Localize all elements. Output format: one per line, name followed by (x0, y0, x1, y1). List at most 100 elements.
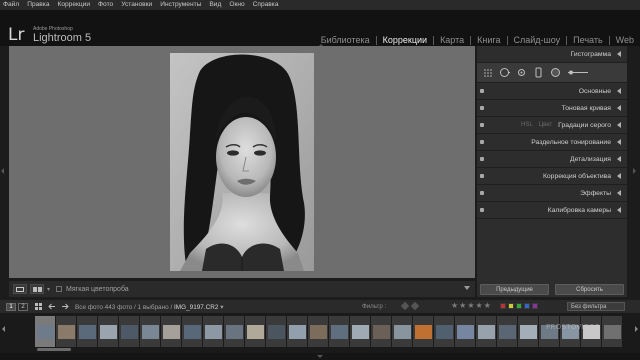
loupe-view-button[interactable] (13, 284, 27, 294)
menu-develop[interactable]: Коррекции (58, 0, 91, 10)
menu-settings[interactable]: Установки (121, 0, 152, 10)
reset-button[interactable]: Сбросить (555, 284, 624, 295)
section-toggle-icon[interactable] (480, 123, 484, 127)
star-icon[interactable]: ★ (467, 301, 474, 311)
menu-tools[interactable]: Инструменты (160, 0, 201, 10)
tab-color[interactable]: Цвет (539, 122, 552, 128)
thumbnail-image (267, 324, 285, 339)
view-dropdown-icon[interactable]: ▾ (47, 286, 50, 293)
section-detail[interactable]: Детализация (477, 151, 627, 168)
red-label-icon[interactable] (500, 303, 506, 309)
section-toggle-icon[interactable] (480, 208, 484, 212)
section-basic[interactable]: Основные (477, 83, 627, 100)
module-map[interactable]: Карта (434, 36, 472, 45)
crop-overlay-icon[interactable] (499, 67, 510, 78)
filmstrip-thumbnail[interactable] (308, 316, 328, 347)
filmstrip-thumbnail[interactable] (497, 316, 517, 347)
section-toggle-icon[interactable] (480, 89, 484, 93)
section-tone-curve[interactable]: Тоновая кривая (477, 100, 627, 117)
graduated-filter-icon[interactable] (550, 67, 561, 78)
filmstrip-thumbnail[interactable] (266, 316, 286, 347)
blue-label-icon[interactable] (524, 303, 530, 309)
histogram-header[interactable]: Гистограмма (477, 46, 627, 63)
section-toggle-icon[interactable] (480, 191, 484, 195)
filmstrip-thumbnail[interactable] (287, 316, 307, 347)
section-toggle-icon[interactable] (480, 106, 484, 110)
section-toggle-icon[interactable] (480, 157, 484, 161)
menu-edit[interactable]: Правка (27, 0, 49, 10)
filmstrip-thumbnail[interactable] (98, 316, 118, 347)
filmstrip-thumbnail[interactable] (56, 316, 76, 347)
filmstrip-thumbnail[interactable] (455, 316, 475, 347)
filmstrip-thumbnail[interactable] (203, 316, 223, 347)
filmstrip-thumbnail[interactable] (350, 316, 370, 347)
filter-preset-select[interactable]: Без фильтра (567, 302, 625, 311)
section-split-toning[interactable]: Раздельное тонирование (477, 134, 627, 151)
star-icon[interactable]: ★ (476, 301, 483, 311)
source-info[interactable]: Все фото 443 фото / 1 выбрано / IMG_9197… (75, 303, 223, 311)
back-arrow-icon[interactable] (47, 303, 56, 311)
module-develop[interactable]: Коррекции (377, 36, 435, 45)
main-monitor-button[interactable]: 1 (6, 302, 16, 311)
grid-icon[interactable] (482, 67, 493, 78)
purple-label-icon[interactable] (532, 303, 538, 309)
section-grayscale[interactable]: HSL Цвет Градации серого (477, 117, 627, 134)
module-web[interactable]: Web (610, 36, 634, 45)
left-panel-toggle-icon[interactable] (1, 168, 4, 174)
flag-icon[interactable] (410, 301, 420, 311)
star-icon[interactable]: ★ (451, 301, 458, 311)
filmstrip-thumbnail[interactable] (602, 316, 622, 347)
filmstrip-thumbnail[interactable] (371, 316, 391, 347)
filmstrip-thumbnail[interactable] (161, 316, 181, 347)
star-icon[interactable]: ★ (459, 301, 466, 311)
right-panel-toggle-icon[interactable] (633, 168, 636, 174)
filmstrip-thumbnail[interactable] (476, 316, 496, 347)
module-print[interactable]: Печать (567, 36, 610, 45)
filmstrip-thumbnail[interactable] (224, 316, 244, 347)
menu-view[interactable]: Вид (209, 0, 221, 10)
module-slideshow[interactable]: Слайд-шоу (508, 36, 568, 45)
flag-icon[interactable] (400, 301, 410, 311)
second-monitor-button[interactable]: 2 (18, 302, 28, 311)
filmstrip-toggle-icon[interactable] (317, 355, 323, 358)
filmstrip-thumbnail[interactable] (245, 316, 265, 347)
section-toggle-icon[interactable] (480, 140, 484, 144)
section-lens-corrections[interactable]: Коррекция объектива (477, 168, 627, 185)
filmstrip-scrollbar[interactable] (37, 348, 71, 351)
menu-window[interactable]: Окно (229, 0, 244, 10)
image-canvas[interactable] (9, 46, 475, 278)
section-camera-calibration[interactable]: Калибровка камеры (477, 202, 627, 219)
spot-removal-icon[interactable] (516, 67, 527, 78)
previous-button[interactable]: Предыдущие (480, 284, 549, 295)
filmstrip-thumbnail[interactable] (35, 316, 55, 347)
tab-hsl[interactable]: HSL (521, 122, 533, 128)
filmstrip-scroll-right-icon[interactable] (635, 326, 638, 332)
adjustment-brush-icon[interactable] (567, 67, 589, 78)
green-label-icon[interactable] (516, 303, 522, 309)
filmstrip-thumbnail[interactable] (77, 316, 97, 347)
filmstrip-thumbnail[interactable] (119, 316, 139, 347)
section-grayscale-label[interactable]: Градации серого (558, 122, 611, 129)
section-toggle-icon[interactable] (480, 174, 484, 178)
filmstrip-thumbnail[interactable] (182, 316, 202, 347)
menu-photo[interactable]: Фото (98, 0, 113, 10)
filmstrip-scroll-left-icon[interactable] (2, 326, 5, 332)
forward-arrow-icon[interactable] (60, 303, 69, 311)
filmstrip-thumbnail[interactable] (392, 316, 412, 347)
filmstrip-thumbnail[interactable] (329, 316, 349, 347)
soft-proof-checkbox[interactable] (56, 286, 63, 292)
module-book[interactable]: Книга (471, 36, 508, 45)
toolbar-menu-icon[interactable] (464, 286, 470, 290)
filmstrip-thumbnail[interactable] (518, 316, 538, 347)
filmstrip-thumbnail[interactable] (413, 316, 433, 347)
menu-help[interactable]: Справка (253, 0, 279, 10)
menu-file[interactable]: Файл (3, 0, 19, 10)
star-icon[interactable]: ★ (484, 301, 491, 311)
yellow-label-icon[interactable] (508, 303, 514, 309)
filmstrip-thumbnail[interactable] (434, 316, 454, 347)
grid-view-icon[interactable] (34, 303, 43, 311)
filmstrip-thumbnail[interactable] (140, 316, 160, 347)
before-after-button[interactable] (30, 284, 44, 294)
red-eye-icon[interactable] (533, 67, 544, 78)
section-effects[interactable]: Эффекты (477, 185, 627, 202)
